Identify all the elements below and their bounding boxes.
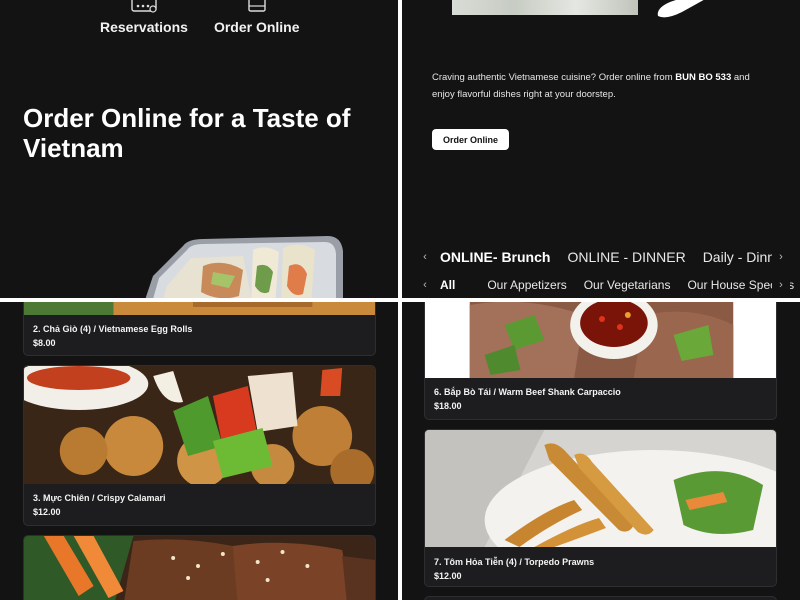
category-tabs-prev-icon[interactable]: ‹ (416, 279, 434, 291)
menu-item-name: 6. Bắp Bò Tái / Warm Beef Shank Carpacci… (434, 387, 621, 397)
menu-card[interactable]: 2. Chả Giò (4) / Vietnamese Egg Rolls $8… (23, 302, 376, 356)
order-panel: Craving authentic Vietnamese cuisine? Or… (402, 0, 800, 298)
bag-icon (248, 0, 266, 12)
hero-description: Craving authentic Vietnamese cuisine? Or… (432, 69, 772, 103)
hero-title: Order Online for a Taste of Vietnam (23, 103, 351, 163)
torpedo-prawns-photo (425, 430, 776, 547)
egg-rolls-photo (24, 302, 375, 315)
menu-item-name: 2. Chả Giò (4) / Vietnamese Egg Rolls (33, 324, 193, 334)
menu-tabs-list: ONLINE- Brunch ONLINE - DINNER Daily - D… (434, 249, 788, 265)
menu-item-name: 7. Tôm Hỏa Tiễn (4) / Torpedo Prawns (434, 557, 595, 567)
menu-card[interactable] (424, 596, 777, 600)
menu-card[interactable]: 6. Bắp Bò Tái / Warm Beef Shank Carpacci… (424, 302, 777, 420)
hero-panel: Reservations Order Online Order Online f… (0, 0, 398, 298)
menu-list-left: 2. Chả Giò (4) / Vietnamese Egg Rolls $8… (0, 302, 398, 600)
menu-card[interactable]: 3. Mực Chiên / Crispy Calamari $12.00 (23, 365, 376, 526)
order-online-button[interactable]: Order Online (432, 129, 509, 150)
top-nav: Reservations Order Online (100, 0, 300, 35)
menu-card[interactable]: 7. Tôm Hỏa Tiễn (4) / Torpedo Prawns $12… (424, 429, 777, 587)
menu-item-name: 3. Mực Chiên / Crispy Calamari (33, 493, 166, 503)
tab-appetizers[interactable]: Our Appetizers (487, 278, 566, 292)
menu-item-price: $8.00 (33, 338, 56, 348)
tab-all[interactable]: All (440, 278, 455, 292)
tab-vegetarians[interactable]: Our Vegetarians (584, 278, 671, 292)
crispy-calamari-photo (24, 366, 375, 484)
decorative-swoosh (657, 0, 704, 18)
description-prefix: Craving authentic Vietnamese cuisine? Or… (432, 72, 676, 83)
grilled-meat-photo (24, 536, 375, 600)
category-tabs-list: All Our Appetizers Our Vegetarians Our H… (434, 278, 794, 292)
menu-list-right: 6. Bắp Bò Tái / Warm Beef Shank Carpacci… (402, 302, 800, 600)
nav-reservations-label: Reservations (100, 19, 188, 35)
category-tabs: ‹ All Our Appetizers Our Vegetarians Our… (416, 276, 796, 294)
menu-item-price: $12.00 (33, 507, 61, 517)
dish-photo (452, 0, 638, 15)
menu-card[interactable] (23, 535, 376, 600)
nav-reservations[interactable]: Reservations (100, 0, 188, 35)
calendar-icon (131, 0, 157, 13)
beef-carpaccio-photo (425, 302, 776, 378)
menu-tabs: ‹ ONLINE- Brunch ONLINE - DINNER Daily -… (416, 247, 796, 267)
nav-order-online-label: Order Online (213, 19, 300, 35)
restaurant-name: BUN BO 533 (675, 72, 732, 83)
food-tray-image (145, 236, 343, 298)
tab-online-brunch[interactable]: ONLINE- Brunch (440, 249, 550, 265)
nav-order-online[interactable]: Order Online (214, 0, 300, 35)
menu-item-price: $18.00 (434, 401, 462, 411)
menu-tabs-next-icon[interactable]: › (772, 251, 790, 263)
category-tabs-next-icon[interactable]: › (772, 279, 790, 291)
tab-online-dinner[interactable]: ONLINE - DINNER (567, 249, 685, 265)
menu-item-price: $12.00 (434, 571, 462, 581)
menu-tabs-prev-icon[interactable]: ‹ (416, 251, 434, 263)
